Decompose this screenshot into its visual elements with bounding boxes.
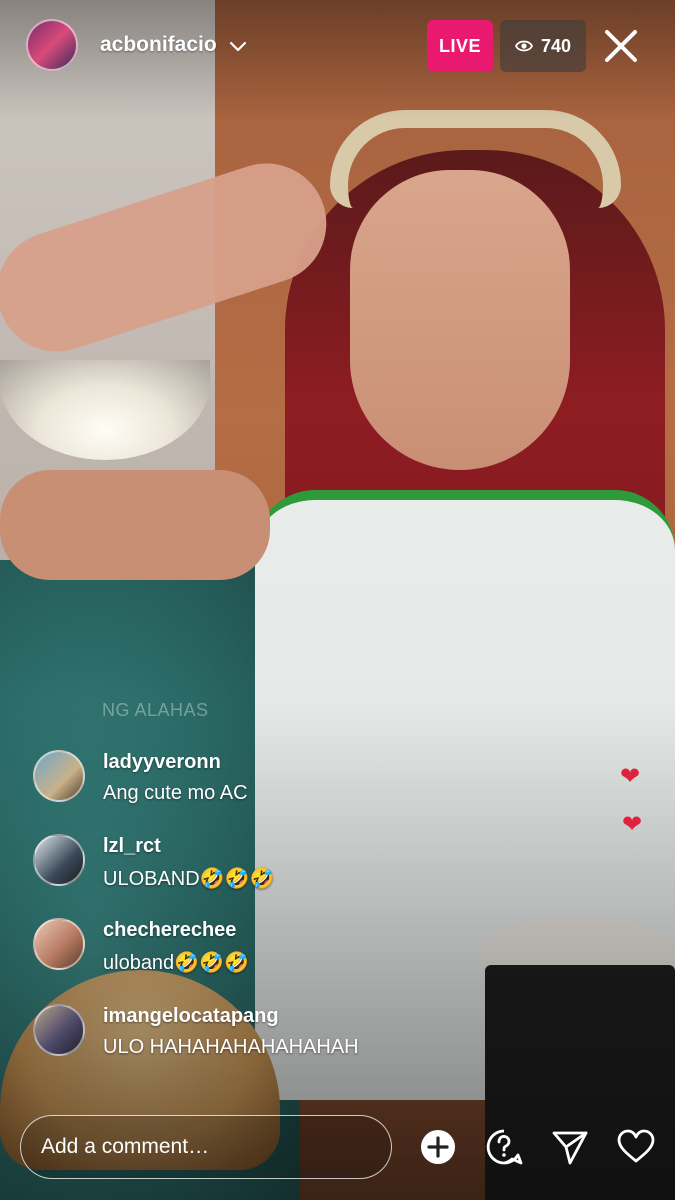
commenter-username[interactable]: imangelocatapang (103, 1005, 279, 1028)
chevron-down-icon[interactable] (228, 36, 248, 56)
background-text: NG ALAHAS (102, 700, 209, 720)
commenter-username[interactable]: lzl_rct (103, 835, 161, 858)
streamer-face (350, 170, 570, 470)
comment-text: ULOBAND🤣🤣🤣 (103, 868, 275, 890)
reaction-heart: ❤ (622, 811, 643, 838)
send-icon (552, 1131, 588, 1165)
like-button[interactable] (614, 1125, 658, 1169)
comment-text: uloband🤣🤣🤣 (103, 952, 249, 974)
commenter-avatar[interactable] (33, 834, 85, 886)
reaction-heart: ❤ (620, 763, 641, 790)
viewer-count: 740 (540, 35, 572, 56)
heart-icon (617, 1129, 655, 1163)
comment-item: checherechee uloband🤣🤣🤣 (0, 916, 500, 996)
commenter-avatar[interactable] (33, 750, 85, 802)
add-button[interactable] (416, 1125, 460, 1169)
comment-item: lzl_rct ULOBAND🤣🤣🤣 (0, 832, 500, 912)
comment-input[interactable] (20, 1115, 392, 1179)
host-username[interactable]: acbonifacio (100, 33, 217, 57)
comment-text: Ang cute mo AC (103, 782, 248, 804)
eye-icon (514, 40, 533, 52)
live-badge: LIVE (427, 20, 493, 72)
add-icon (421, 1130, 455, 1164)
viewer-count-badge[interactable]: 740 (500, 20, 586, 72)
streamer-headband (330, 110, 621, 208)
comment-item: ladyyveronn Ang cute mo AC (0, 748, 500, 828)
comment-text: ULO HAHAHAHAHAHAHAH (103, 1036, 359, 1058)
commenter-username[interactable]: ladyyveronn (103, 751, 221, 774)
comment-item: imangelocatapang ULO HAHAHAHAHAHAHAH (0, 1002, 500, 1082)
questions-button[interactable] (482, 1125, 526, 1169)
commenter-avatar[interactable] (33, 918, 85, 970)
host-avatar[interactable] (26, 19, 78, 71)
close-icon[interactable] (600, 25, 642, 67)
commenter-avatar[interactable] (33, 1004, 85, 1056)
streamer-forearm (0, 470, 270, 580)
live-header: acbonifacio LIVE 740 (0, 0, 675, 96)
question-icon (486, 1129, 523, 1165)
share-button[interactable] (548, 1125, 592, 1169)
commenter-username[interactable]: checherechee (103, 919, 236, 942)
